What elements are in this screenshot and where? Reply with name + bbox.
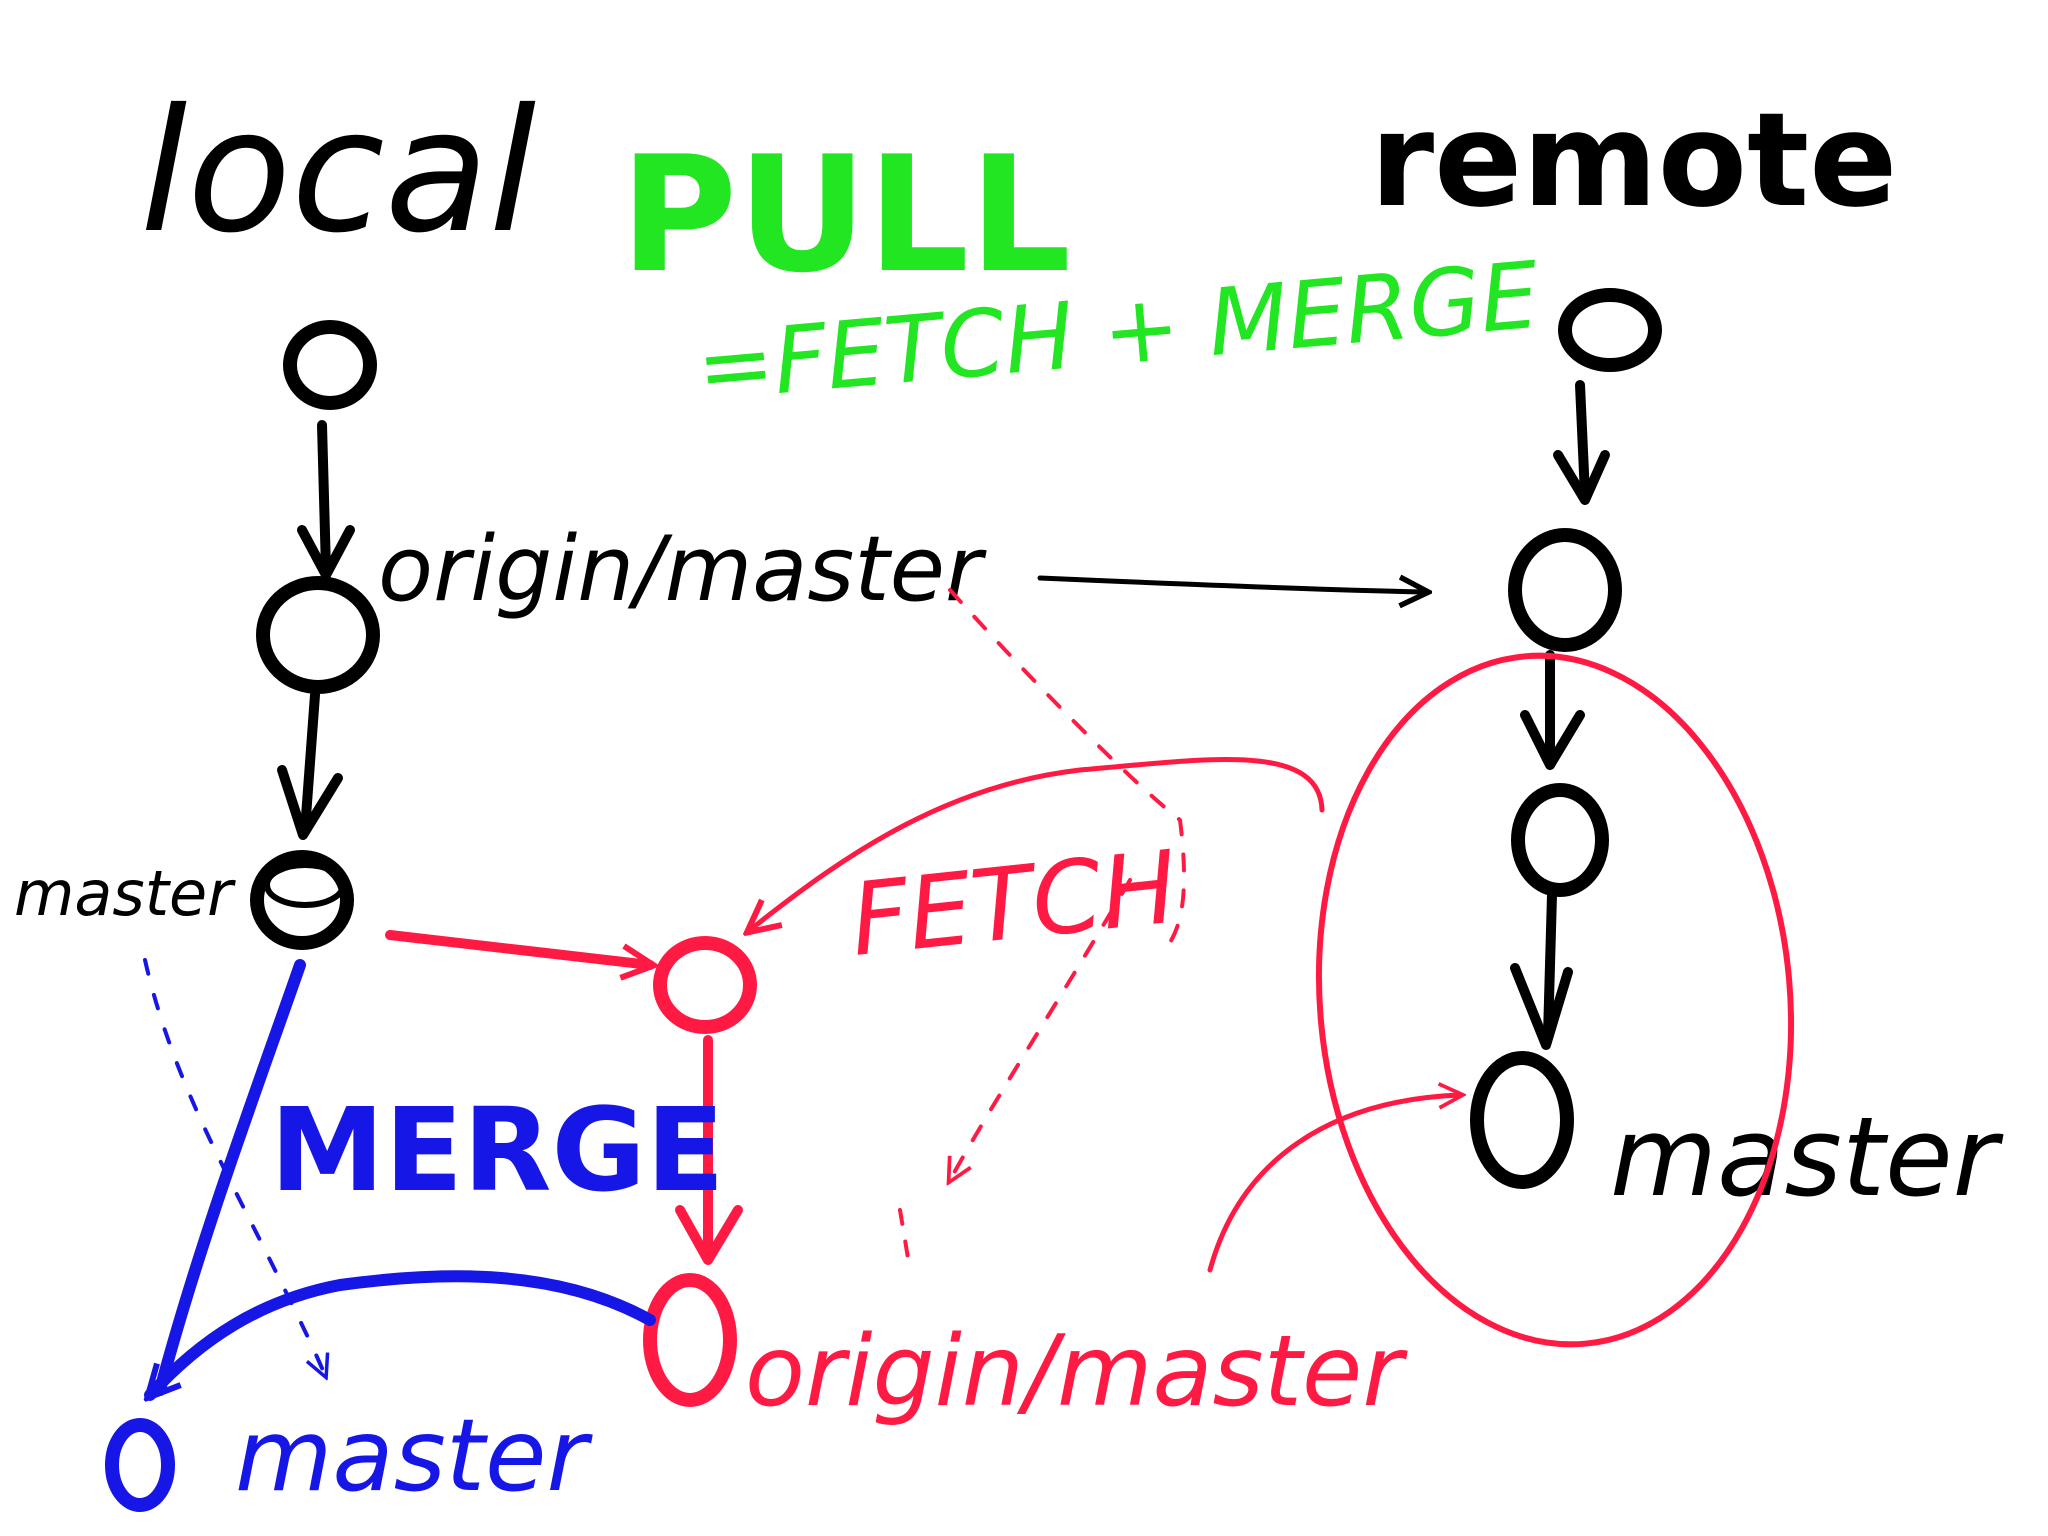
local-commit-1 (283, 320, 377, 410)
pull-heading: PULL (620, 121, 1071, 308)
fetch-label: FETCH (845, 828, 1182, 979)
local-origin-master-label: origin/master (378, 517, 987, 622)
remote-master-label: master (1610, 1093, 2004, 1221)
fetched-origin-master-label: origin/master (745, 1315, 1408, 1429)
merged-commit (105, 1418, 175, 1512)
merged-master-label: master (235, 1397, 594, 1514)
remote-commit-1 (1558, 288, 1662, 372)
merge-label: MERGE (270, 1084, 725, 1218)
fetched-commit-2 (643, 1273, 737, 1407)
local-to-fetched-arrow (385, 930, 650, 965)
local-branch (250, 320, 380, 950)
remote-master-to-fetched-arrow (1207, 1095, 1460, 1273)
remote-commit-3 (1511, 783, 1609, 897)
local-commit-2 (256, 576, 380, 694)
git-pull-diagram: local remote PULL =FETCH + MERGE origin/… (14, 73, 2004, 1514)
remote-commit-4 (1470, 1051, 1574, 1189)
fetched-commit-1 (653, 936, 757, 1034)
origin-to-remote-arrow (1037, 578, 1425, 592)
merge-curve-arrow (150, 1270, 656, 1395)
origin-master-move-arrow-3 (898, 1208, 912, 1272)
remote-heading: remote (1370, 84, 1897, 236)
remote-edge-1 (1575, 380, 1590, 500)
remote-arrowhead-3 (1510, 963, 1573, 1050)
local-master-label: master (14, 857, 236, 930)
remote-commit-2 (1508, 528, 1622, 652)
local-commit-3-ring (264, 862, 346, 908)
local-heading: local (140, 73, 536, 271)
remote-branch (1470, 288, 1662, 1189)
local-edge-1 (317, 420, 331, 575)
